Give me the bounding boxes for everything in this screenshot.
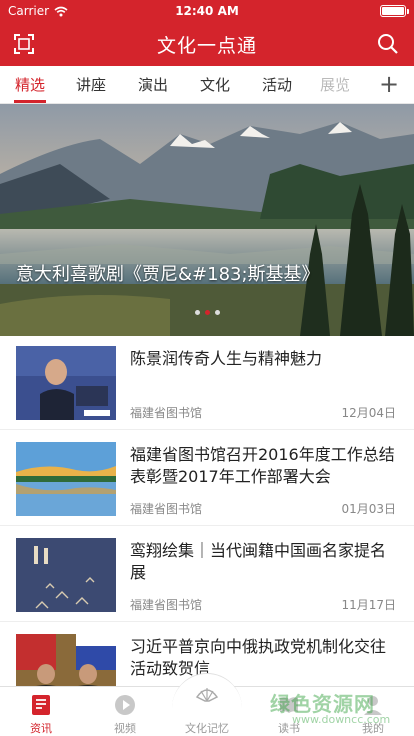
news-date: 01月03日 <box>341 502 396 516</box>
news-thumbnail <box>16 538 116 612</box>
landscape-thumbnail <box>16 442 116 516</box>
tabbar-video-label: 视频 <box>114 722 136 735</box>
tab-jiangzuo[interactable]: 讲座 <box>60 66 122 104</box>
status-bar: Carrier 12:40 AM <box>0 0 414 22</box>
news-thumbnail <box>16 346 116 420</box>
news-item-2[interactable]: 福建省图书馆召开2016年度工作总结表彰暨2017年工作部署大会 福建省图书馆 … <box>0 432 414 526</box>
news-source: 福建省图书馆 <box>130 598 203 612</box>
news-item-3[interactable]: 鸾翔绘集｜当代闽籍中国画名家提名展 福建省图书馆 11月17日 <box>0 528 414 622</box>
news-title: 习近平普京向中俄执政党机制化交往活动致贺信 <box>130 637 387 678</box>
carrier-label: Carrier <box>8 4 50 18</box>
tabbar-memory[interactable]: 文化记忆 <box>172 687 242 736</box>
banner-caption: 意大利喜歌剧《贾尼&#183;斯基基》 <box>16 264 320 285</box>
news-thumbnail <box>16 442 116 516</box>
news-icon <box>32 695 50 715</box>
battery-icon <box>380 5 409 17</box>
tabbar-memory-label: 文化记忆 <box>185 722 229 735</box>
bottom-tab-bar: 资讯 视频 文化记忆 读书 我的 <box>0 673 414 736</box>
category-tabs: 精选 讲座 演出 文化 活动 展览 + <box>0 66 414 104</box>
news-title: 福建省图书馆召开2016年度工作总结表彰暨2017年工作部署大会 <box>130 445 395 486</box>
status-time: 12:40 AM <box>175 4 239 18</box>
add-tab-button[interactable]: + <box>374 66 404 104</box>
nav-bar: 文化一点通 <box>0 22 414 66</box>
active-tab-indicator <box>14 100 46 103</box>
news-date: 12月04日 <box>341 406 396 420</box>
painting-thumbnail <box>16 538 116 612</box>
tab-yanchu[interactable]: 演出 <box>122 66 184 104</box>
tabbar-video[interactable]: 视频 <box>90 687 160 736</box>
book-icon <box>280 697 298 713</box>
news-source: 福建省图书馆 <box>130 502 203 516</box>
status-left: Carrier <box>8 4 148 18</box>
battery-fill <box>382 7 404 15</box>
tabbar-news-label: 资讯 <box>30 722 52 735</box>
carousel-dot <box>214 310 220 315</box>
carousel-dots <box>0 310 414 315</box>
banner-image <box>0 104 414 336</box>
lecture-thumbnail <box>16 346 116 420</box>
scan-icon[interactable] <box>12 32 36 56</box>
tabbar-profile[interactable]: 我的 <box>338 687 408 736</box>
tabbar-news[interactable]: 资讯 <box>6 687 76 736</box>
banner-carousel[interactable]: 意大利喜歌剧《贾尼&#183;斯基基》 <box>0 104 414 336</box>
tab-jingxuan[interactable]: 精选 <box>0 66 60 104</box>
tab-huodong[interactable]: 活动 <box>246 66 308 104</box>
news-title: 鸾翔绘集｜当代闽籍中国画名家提名展 <box>130 541 387 582</box>
fan-icon <box>195 688 219 702</box>
tab-wenhua[interactable]: 文化 <box>184 66 246 104</box>
carousel-dot <box>194 310 200 315</box>
carousel-dot-active <box>204 310 210 315</box>
tabbar-profile-label: 我的 <box>362 722 384 735</box>
tab-zhanlan[interactable]: 展览 <box>306 66 364 104</box>
news-item-1[interactable]: 陈景润传奇人生与精神魅力 福建省图书馆 12月04日 <box>0 336 414 430</box>
tabbar-reading-label: 读书 <box>278 722 300 735</box>
wifi-icon <box>54 6 68 16</box>
app-title: 文化一点通 <box>156 34 257 57</box>
status-right <box>266 5 409 17</box>
news-date: 11月17日 <box>341 598 396 612</box>
user-icon <box>364 696 382 715</box>
tabbar-reading[interactable]: 读书 <box>254 687 324 736</box>
news-source: 福建省图书馆 <box>130 406 203 420</box>
play-icon <box>115 695 135 715</box>
search-icon[interactable] <box>376 32 400 56</box>
news-title: 陈景润传奇人生与精神魅力 <box>130 349 323 368</box>
